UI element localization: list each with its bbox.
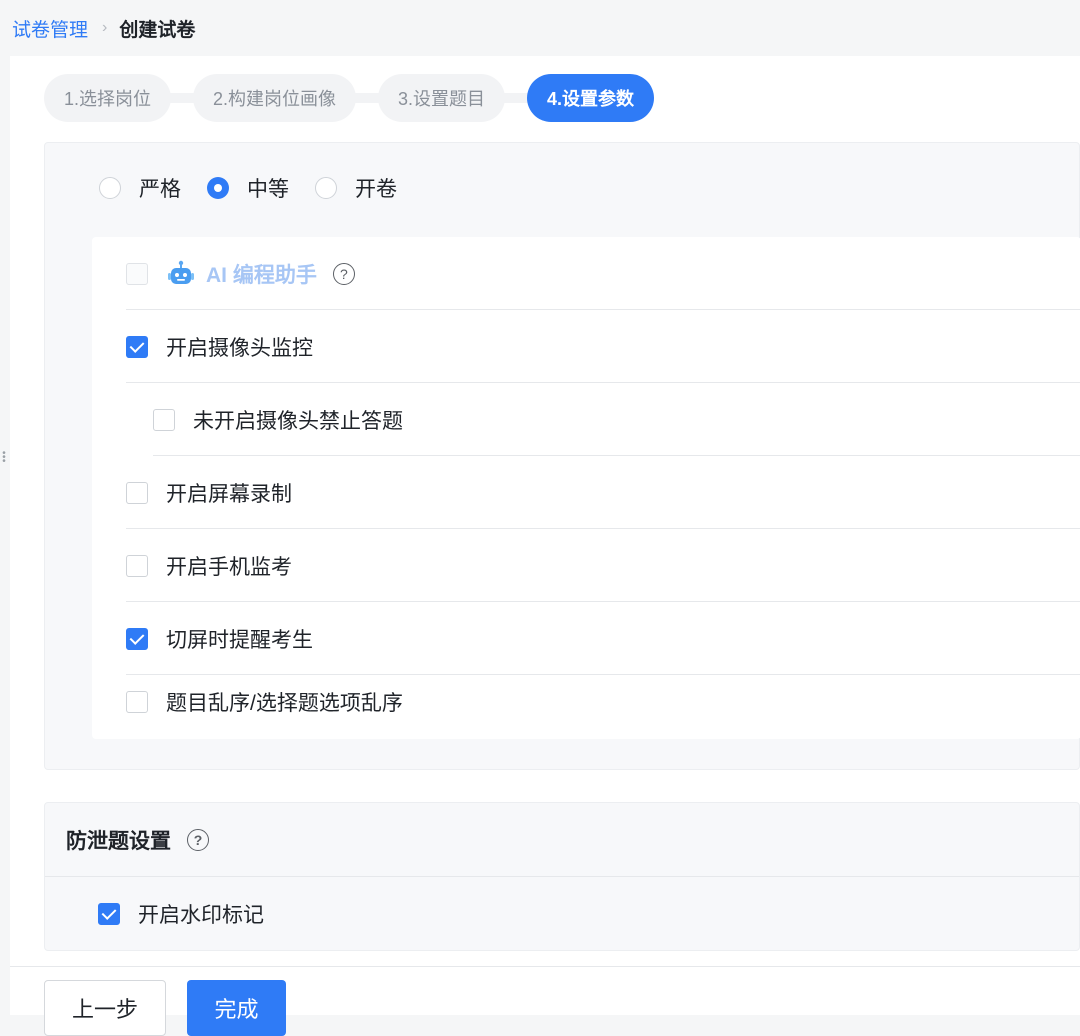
exam-mode-card: 严格 中等 开卷 AI 编程助手 ? 开启摄像头监控 未开启摄像头禁止答题 开启… <box>44 142 1080 770</box>
option-row-camera[interactable]: 开启摄像头监控 <box>126 310 1080 383</box>
radio-strict[interactable] <box>99 177 121 199</box>
phone-monitor-label: 开启手机监考 <box>166 555 292 579</box>
robot-icon <box>168 260 194 284</box>
camera-required-label: 未开启摄像头禁止答题 <box>193 409 403 433</box>
ai-help-icon[interactable]: ? <box>332 262 355 285</box>
proctoring-options: AI 编程助手 ? 开启摄像头监控 未开启摄像头禁止答题 开启屏幕录制 开启手机… <box>92 237 1080 739</box>
step-3[interactable]: 3.设置题目 <box>378 74 506 122</box>
watermark-checkbox[interactable] <box>98 903 120 925</box>
option-row-shuffle[interactable]: 题目乱序/选择题选项乱序 <box>126 665 1080 738</box>
radio-option-strict[interactable]: 严格 <box>99 173 181 203</box>
radio-option-medium[interactable]: 中等 <box>207 173 289 203</box>
leak-prevention-card: 防泄题设置 ? 开启水印标记 <box>44 802 1080 951</box>
top-bar: 试卷管理 › 创建试卷 <box>0 0 1080 56</box>
camera-monitor-checkbox[interactable] <box>126 335 148 358</box>
option-row-screen-record[interactable]: 开启屏幕录制 <box>126 456 1080 529</box>
step-indicator: 1.选择岗位 2.构建岗位画像 3.设置题目 4.设置参数 <box>44 74 655 122</box>
radio-label: 开卷 <box>355 178 397 201</box>
strictness-radio-group: 严格 中等 开卷 <box>99 171 423 205</box>
main-panel: 1.选择岗位 2.构建岗位画像 3.设置题目 4.设置参数 严格 中等 开卷 A… <box>10 56 1080 1036</box>
breadcrumb-current: 创建试卷 <box>119 19 196 41</box>
step-4-active[interactable]: 4.设置参数 <box>527 74 655 122</box>
watermark-label: 开启水印标记 <box>138 904 264 927</box>
step-connector <box>503 93 530 103</box>
option-row-ai-assistant: AI 编程助手 ? <box>126 237 1080 310</box>
breadcrumb-parent-link[interactable]: 试卷管理 <box>12 15 88 42</box>
option-row-watermark[interactable]: 开启水印标记 <box>98 877 264 951</box>
step-1[interactable]: 1.选择岗位 <box>44 74 172 122</box>
option-row-camera-required[interactable]: 未开启摄像头禁止答题 <box>153 383 1080 456</box>
phone-monitor-checkbox[interactable] <box>126 554 148 577</box>
ai-assistant-checkbox[interactable] <box>126 262 148 285</box>
radio-open[interactable] <box>315 177 337 199</box>
screen-record-label: 开启屏幕录制 <box>166 482 292 506</box>
step-connector <box>354 93 381 103</box>
prev-step-button[interactable]: 上一步 <box>44 980 166 1036</box>
leak-prevention-title: 防泄题设置 <box>66 829 171 853</box>
radio-medium[interactable] <box>207 177 229 199</box>
done-button[interactable]: 完成 <box>187 980 286 1036</box>
ai-assistant-label: AI 编程助手 <box>206 263 317 287</box>
screen-record-checkbox[interactable] <box>126 481 148 504</box>
shuffle-label: 题目乱序/选择题选项乱序 <box>166 691 403 715</box>
leak-prevention-header: 防泄题设置 ? <box>45 803 1079 877</box>
radio-option-open[interactable]: 开卷 <box>315 173 397 203</box>
option-row-phone[interactable]: 开启手机监考 <box>126 529 1080 602</box>
switch-alert-label: 切屏时提醒考生 <box>166 628 313 652</box>
step-connector <box>169 93 196 103</box>
radio-label: 严格 <box>139 178 181 201</box>
switch-alert-checkbox[interactable] <box>126 627 148 650</box>
radio-label: 中等 <box>247 178 289 201</box>
shuffle-checkbox[interactable] <box>126 690 148 713</box>
camera-monitor-label: 开启摄像头监控 <box>166 336 313 360</box>
resize-handle-icon[interactable]: • • • <box>2 449 6 467</box>
camera-required-checkbox[interactable] <box>153 408 175 431</box>
footer-divider <box>10 966 1080 967</box>
step-2[interactable]: 2.构建岗位画像 <box>193 74 357 122</box>
leak-help-icon[interactable]: ? <box>187 828 209 851</box>
breadcrumb-separator-icon: › <box>102 19 108 36</box>
